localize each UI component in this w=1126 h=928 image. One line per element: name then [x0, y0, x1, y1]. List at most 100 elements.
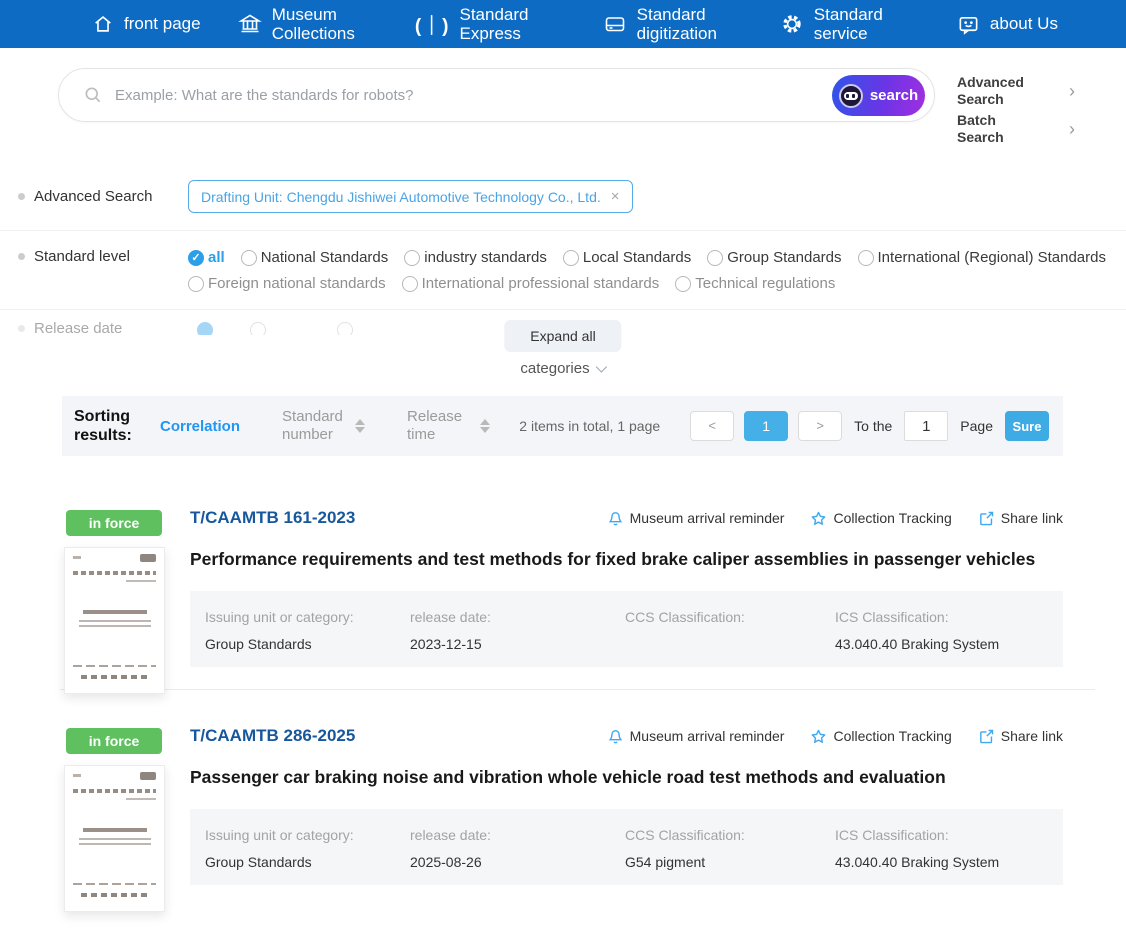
- field-value: 43.040.40 Braking System: [835, 636, 1000, 653]
- level-options: ✓ all National Standards industry standar…: [188, 248, 1106, 292]
- share-link[interactable]: Share link: [978, 728, 1063, 745]
- next-page-button[interactable]: >: [798, 411, 843, 442]
- field-value: 2023-12-15: [410, 636, 482, 653]
- sort-release-time-label: Release time: [407, 408, 463, 444]
- top-nav: front page Museum Collections (｜) Standa…: [0, 0, 1126, 48]
- collection-tracking-link[interactable]: Collection Tracking: [810, 510, 952, 527]
- home-icon: [95, 16, 111, 32]
- prev-page-button[interactable]: <: [690, 411, 735, 442]
- result-item-2: in force T/CAAMTB 286-2025 Museum arriva…: [62, 726, 1063, 913]
- radio-label: Group Standards: [727, 249, 842, 267]
- filter-tag-drafting-unit[interactable]: Drafting Unit: Chengdu Jishiwei Automoti…: [188, 180, 633, 214]
- express-icon: (｜): [414, 15, 450, 37]
- tag-close-icon[interactable]: ×: [611, 188, 620, 205]
- standard-number-link[interactable]: T/CAAMTB 286-2025: [190, 726, 355, 746]
- standard-title[interactable]: Performance requirements and test method…: [190, 549, 1063, 570]
- categories-toggle[interactable]: categories: [520, 360, 608, 378]
- museum-icon: [237, 14, 262, 33]
- batch-search-link[interactable]: Batch Search ›: [957, 112, 1075, 146]
- nav-item-standard-express[interactable]: (｜) Standard Express: [415, 5, 566, 43]
- radio-icon: [188, 275, 204, 292]
- sort-release-time[interactable]: Release time: [407, 408, 491, 444]
- radio-label: Technical regulations: [695, 275, 836, 293]
- action-label: Museum arrival reminder: [629, 510, 785, 527]
- radio-icon: [401, 275, 418, 292]
- sure-button[interactable]: Sure: [1005, 411, 1049, 442]
- divider: [0, 309, 1126, 311]
- batch-search-label: Batch Search: [957, 112, 1004, 146]
- standard-cover-thumbnail[interactable]: [64, 547, 165, 695]
- radio-icon: [404, 249, 421, 266]
- field-value: G54 pigment: [625, 854, 706, 871]
- radio-level-international[interactable]: International (Regional) Standards: [857, 249, 1106, 266]
- digitization-icon: [605, 17, 624, 32]
- nav-item-front-page[interactable]: front page: [92, 13, 201, 35]
- standard-details-box: Issuing unit or category: Group Standards…: [190, 591, 1063, 668]
- star-icon: [812, 511, 826, 525]
- radio-level-intl-professional[interactable]: International professional standards: [401, 275, 659, 292]
- results-list: in force T/CAAMTB 161-2023 Museum arriva…: [60, 508, 1095, 913]
- field-value: 43.040.40 Braking System: [835, 854, 1000, 871]
- release-date-label: Release date: [34, 320, 123, 336]
- expand-all-button[interactable]: Expand all: [504, 320, 622, 353]
- chevron-right-icon: ›: [1069, 119, 1075, 140]
- nav-item-standard-service[interactable]: Standard service: [780, 5, 920, 43]
- radio-level-all[interactable]: ✓ all: [188, 249, 225, 266]
- bullet-dot-icon: [18, 193, 25, 201]
- chevron-down-icon: [595, 361, 608, 373]
- standard-cover-thumbnail[interactable]: [64, 765, 165, 913]
- nav-item-museum-collections[interactable]: Museum Collections: [237, 4, 378, 43]
- page-1-button[interactable]: 1: [744, 411, 789, 442]
- nav-item-standard-digitization[interactable]: Standard digitization: [603, 5, 743, 43]
- advanced-search-label: Advanced Search: [957, 74, 1024, 108]
- radio-icon: [675, 275, 692, 292]
- search-button[interactable]: search: [832, 75, 925, 116]
- sort-standard-number[interactable]: Standard number: [282, 408, 366, 444]
- standard-number-link[interactable]: T/CAAMTB 161-2023: [190, 508, 355, 528]
- nav-label: Museum Collections: [271, 4, 355, 43]
- sorting-results-label: Sorting results:: [74, 408, 132, 445]
- radio-level-foreign[interactable]: Foreign national standards: [188, 275, 386, 292]
- search-section: search Advanced Search › Batch Search ›: [58, 68, 1126, 150]
- standard-title[interactable]: Passenger car braking noise and vibratio…: [190, 767, 1063, 788]
- field-value: 2025-08-26: [410, 854, 482, 871]
- share-link[interactable]: Share link: [978, 510, 1063, 527]
- share-icon: [979, 729, 993, 744]
- action-label: Share link: [1000, 728, 1063, 745]
- field-value: Group Standards: [205, 854, 312, 871]
- goto-page-input[interactable]: [904, 411, 949, 442]
- field-label: CCS Classification:: [625, 609, 745, 626]
- sort-arrows-icon: [355, 419, 366, 434]
- radio-level-technical-regulations[interactable]: Technical regulations: [675, 275, 835, 292]
- advanced-search-link[interactable]: Advanced Search ›: [957, 74, 1075, 108]
- radio-level-national[interactable]: National Standards: [240, 249, 389, 267]
- nav-label: Standard digitization: [636, 4, 717, 43]
- collection-tracking-link[interactable]: Collection Tracking: [810, 728, 952, 745]
- status-badge: in force: [66, 728, 162, 755]
- radio-icon: [707, 249, 724, 266]
- field-label: Issuing unit or category:: [205, 827, 354, 844]
- standard-details-box: Issuing unit or category: Group Standards…: [190, 809, 1063, 886]
- search-input[interactable]: [115, 86, 824, 104]
- standard-level-label: Standard level: [34, 248, 130, 266]
- museum-arrival-reminder-link[interactable]: Museum arrival reminder: [607, 728, 784, 745]
- radio-level-local[interactable]: Local Standards: [562, 249, 692, 267]
- radio-checked-icon: ✓: [188, 249, 204, 266]
- sort-correlation[interactable]: Correlation: [160, 418, 240, 435]
- filter-tag-text: Drafting Unit: Chengdu Jishiwei Automoti…: [201, 188, 601, 205]
- bullet-dot-icon: [18, 325, 25, 333]
- radio-label: Local Standards: [582, 249, 692, 267]
- categories-label: categories: [520, 360, 590, 378]
- museum-arrival-reminder-link[interactable]: Museum arrival reminder: [607, 510, 785, 527]
- about-chat-icon: [959, 16, 978, 35]
- bell-icon: [608, 729, 622, 744]
- action-label: Collection Tracking: [833, 728, 952, 745]
- radio-level-group[interactable]: Group Standards: [707, 249, 842, 267]
- sort-standard-number-label: Standard number: [282, 408, 343, 444]
- radio-level-industry[interactable]: industry standards: [404, 249, 547, 266]
- search-side-links: Advanced Search › Batch Search ›: [957, 68, 1075, 150]
- radio-label: National Standards: [260, 249, 389, 267]
- nav-item-about-us[interactable]: about Us: [957, 13, 1058, 36]
- field-label: release date:: [410, 609, 491, 626]
- robot-icon: [838, 83, 863, 108]
